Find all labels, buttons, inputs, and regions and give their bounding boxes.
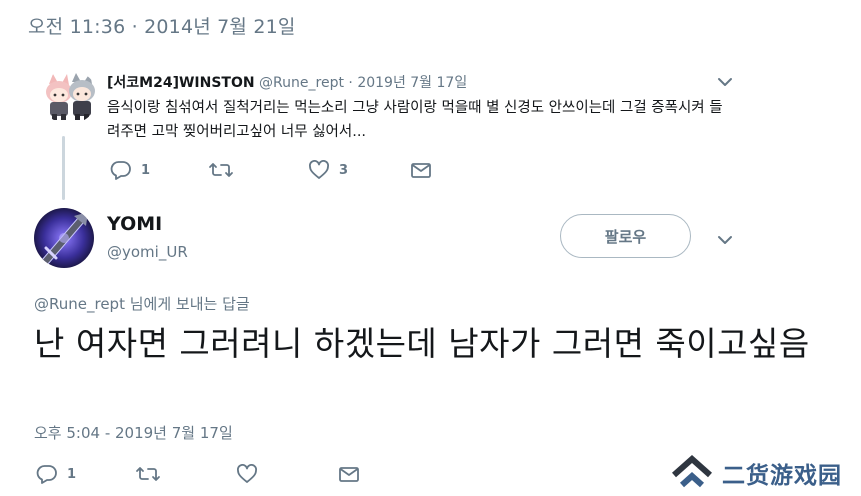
author-handle[interactable]: @yomi_UR bbox=[107, 243, 188, 261]
parent-avatar[interactable] bbox=[40, 70, 98, 124]
parent-meta-separator: · bbox=[348, 75, 353, 91]
parent-reply-count: 1 bbox=[141, 162, 151, 178]
main-reply-count: 1 bbox=[67, 466, 77, 482]
parent-reply-action[interactable]: 1 bbox=[110, 160, 150, 180]
parent-tweet-text: 음식이랑 침섞여서 질척거리는 먹는소리 그냥 사람이랑 먹을때 별 신경도 안… bbox=[107, 100, 723, 140]
thread-connector-line bbox=[62, 136, 65, 200]
double-chevron-logo-icon bbox=[670, 453, 714, 493]
watermark: 二货游戏园 bbox=[670, 453, 842, 493]
parent-display-name[interactable]: [서코M24]WINSTON bbox=[107, 75, 255, 91]
conversation-timestamp: 오전 11:36 · 2014년 7월 21일 bbox=[28, 16, 296, 38]
like-icon bbox=[308, 160, 330, 180]
replying-to-label: 님에게 보내는 답글 bbox=[124, 295, 250, 313]
parent-tweet-header: [서코M24]WINSTON @Rune_rept · 2019년 7월 17일 bbox=[107, 72, 467, 92]
parent-retweet-action[interactable] bbox=[208, 160, 243, 180]
retweet-icon bbox=[208, 160, 234, 180]
parent-message-action[interactable] bbox=[410, 160, 432, 180]
main-retweet-action[interactable] bbox=[135, 464, 170, 484]
parent-date[interactable]: 2019년 7월 17일 bbox=[357, 75, 467, 91]
parent-like-action[interactable]: 3 bbox=[308, 160, 348, 180]
main-tweet-timestamp[interactable]: 오후 5:04 - 2019년 7월 17일 bbox=[34, 422, 233, 443]
main-tweet-text: 난 여자면 그러려니 하겠는데 남자가 그러면 죽이고싶음 bbox=[34, 324, 810, 363]
reply-icon bbox=[110, 160, 132, 180]
retweet-icon bbox=[135, 464, 161, 484]
watermark-text: 二货游戏园 bbox=[722, 463, 842, 489]
reply-icon bbox=[36, 464, 58, 484]
replying-to-line: @Rune_rept 님에게 보내는 답글 bbox=[34, 293, 250, 314]
main-reply-action[interactable]: 1 bbox=[36, 464, 76, 484]
author-display-name[interactable]: YOMI bbox=[107, 213, 162, 235]
message-icon bbox=[410, 160, 432, 180]
like-icon bbox=[236, 464, 258, 484]
chevron-down-icon[interactable] bbox=[716, 74, 734, 88]
author-avatar[interactable] bbox=[34, 208, 94, 268]
follow-button[interactable]: 팔로우 bbox=[560, 214, 691, 258]
parent-handle[interactable]: @Rune_rept bbox=[259, 75, 344, 91]
main-message-action[interactable] bbox=[338, 464, 360, 484]
message-icon bbox=[338, 464, 360, 484]
main-like-action[interactable] bbox=[236, 464, 267, 484]
parent-like-count: 3 bbox=[339, 162, 349, 178]
replying-to-handle[interactable]: @Rune_rept bbox=[34, 295, 125, 313]
chevron-down-icon[interactable] bbox=[716, 232, 734, 246]
